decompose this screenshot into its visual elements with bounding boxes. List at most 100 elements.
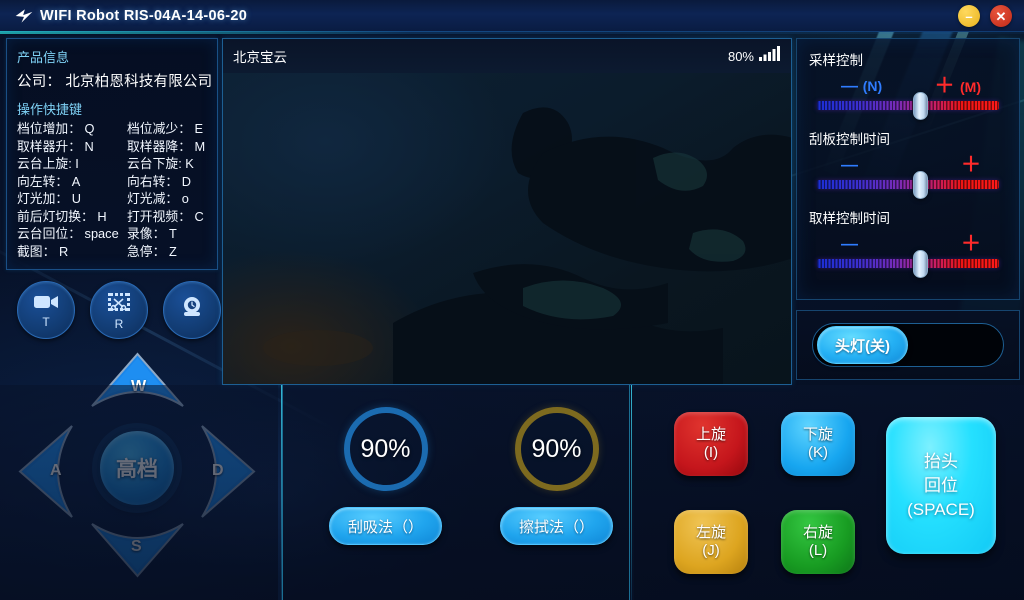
video-camera-icon — [33, 293, 59, 316]
dpad-panel-background — [0, 385, 278, 600]
rotate-down-button[interactable]: 下旋 (K) — [781, 412, 855, 476]
rotate-down-key: (K) — [808, 444, 828, 461]
rotate-left-button[interactable]: 左旋 (J) — [674, 510, 748, 574]
screenshot-button[interactable]: R — [90, 281, 148, 339]
head-reset-line1: 抬头 — [924, 451, 958, 471]
rotation-button-grid: 上旋 (I) 下旋 (K) 左旋 (J) 右旋 (L) — [674, 412, 855, 574]
plus-icon: ＋ (M) — [934, 75, 981, 97]
video-feed[interactable] — [223, 73, 791, 384]
plus-key-label: (M) — [960, 79, 981, 95]
scrape-suction-button[interactable]: 刮吸法（） — [329, 507, 443, 545]
title-bar: WIFI Robot RIS-04A-14-06-20 – ✕ — [0, 0, 1024, 34]
scraper-control-time-slider[interactable] — [809, 171, 1007, 199]
panel-divider — [281, 385, 282, 600]
rotate-up-label: 上旋 — [695, 426, 726, 443]
head-reset-line3: (SPACE) — [907, 499, 975, 519]
video-panel: 北京宝云 80% — [222, 38, 792, 385]
signal-percent: 80% — [727, 48, 754, 64]
scrape-suction-value: 90% — [360, 434, 411, 463]
slider-thumb[interactable] — [913, 250, 928, 278]
close-button[interactable]: ✕ — [990, 5, 1012, 27]
app-window: WIFI Robot RIS-04A-14-06-20 – ✕ 产品信息 公司：… — [0, 0, 1024, 600]
product-info-heading: 产品信息 — [17, 50, 70, 65]
headlight-panel: 头灯(关) — [796, 310, 1020, 380]
rotate-up-key: (I) — [703, 444, 719, 461]
video-header: 北京宝云 80% — [223, 39, 791, 73]
media-button-group: T R — [17, 281, 221, 339]
title-bar-left: WIFI Robot RIS-04A-14-06-20 — [0, 6, 247, 26]
rotation-panel: 上旋 (I) 下旋 (K) 左旋 (J) 右旋 (L) 抬头 回位 (SPACE… — [634, 385, 1024, 600]
minimize-button[interactable]: – — [958, 5, 980, 27]
scraper-control-time-title: 刮板控制时间 — [809, 132, 890, 147]
minus-icon: — (N) — [841, 76, 883, 95]
rotate-left-key: (J) — [702, 542, 720, 559]
shortcut-item: 向左转： A — [17, 173, 81, 189]
scraper-control-time-marks: — ＋ — [809, 154, 1007, 176]
shortcut-item: 档位增加： Q — [17, 121, 95, 136]
shortcut-item: 档位减少： E — [127, 121, 204, 136]
slider-thumb[interactable] — [913, 92, 928, 120]
rotate-right-button[interactable]: 右旋 (L) — [781, 510, 855, 574]
shortcut-item: 取样器升： N — [17, 138, 94, 154]
plus-icon: ＋ — [961, 233, 981, 255]
window-title: WIFI Robot RIS-04A-14-06-20 — [40, 7, 248, 24]
scrape-suction-gauge: 90% — [343, 407, 428, 491]
shortcut-item: 急停： Z — [127, 243, 177, 259]
slider-track — [817, 101, 999, 110]
headlight-toggle-track[interactable]: 头灯(关) — [812, 323, 1004, 367]
sampling-control-time-marks: — ＋ — [809, 233, 1007, 255]
shortcut-item: 前后灯切换： H — [17, 208, 107, 224]
minus-key-label: (N) — [862, 78, 883, 94]
panel-divider — [631, 385, 632, 600]
shortcut-item: 打开视频： C — [127, 208, 204, 224]
shortcut-item: 云台上旋: I — [17, 156, 79, 171]
screenshot-crop-icon — [106, 291, 132, 318]
minus-icon: — — [841, 155, 858, 174]
rotate-left-label: 左旋 — [695, 524, 726, 541]
plus-icon: ＋ — [961, 154, 981, 176]
record-video-key: T — [42, 314, 50, 329]
head-reset-line2: 回位 — [924, 475, 958, 495]
company-name: 公司： 北京柏恩科技有限公司 — [17, 74, 213, 90]
shortcut-item: 云台下旋: K — [127, 156, 194, 171]
shortcuts-heading: 操作快捷键 — [17, 102, 83, 117]
wipe-method-value: 90% — [531, 434, 582, 463]
head-reset-button[interactable]: 抬头 回位 (SPACE) — [886, 417, 996, 554]
sampling-control-group: 采样控制 — (N) ＋ (M) — [809, 49, 1007, 120]
shortcut-item: 云台回位： space — [17, 226, 119, 241]
shortcut-item: 录像： T — [127, 226, 177, 241]
minus-icon: — — [841, 234, 858, 253]
signal-bars-icon — [759, 46, 781, 66]
scraper-control-time-group: 刮板控制时间 — ＋ — [809, 128, 1007, 199]
headlight-toggle-button[interactable]: 头灯(关) — [817, 326, 908, 364]
sampling-control-marks: — (N) ＋ (M) — [809, 75, 1007, 97]
slider-track — [817, 180, 999, 189]
rotate-down-label: 下旋 — [802, 426, 833, 443]
shortcut-list: 档位增加： Q 档位减少： E 取样器升： N 取样器降： M 云台上旋: I … — [17, 121, 207, 259]
shortcut-item: 向右转： D — [127, 173, 191, 189]
video-stream-title: 北京宝云 — [233, 50, 287, 65]
open-camera-button[interactable] — [163, 281, 221, 339]
record-video-button[interactable]: T — [17, 281, 75, 339]
window-controls: – ✕ — [958, 5, 1012, 27]
sampling-control-time-slider[interactable] — [809, 250, 1007, 278]
shortcut-item: 灯光减： o — [127, 191, 189, 206]
wipe-method-column: 90% 擦拭法（） — [500, 407, 614, 545]
slider-thumb[interactable] — [913, 171, 928, 199]
control-slider-panel: 采样控制 — (N) ＋ (M) 刮板控制时间 — ＋ 取样控制时间 — ＋ — [796, 38, 1020, 300]
rotate-up-button[interactable]: 上旋 (I) — [674, 412, 748, 476]
webcam-icon — [179, 294, 205, 325]
rotate-right-key: (L) — [808, 542, 828, 559]
robot-logo-icon — [15, 8, 33, 23]
wipe-method-button[interactable]: 擦拭法（） — [500, 507, 614, 545]
sampling-control-time-title: 取样控制时间 — [809, 211, 890, 226]
screenshot-key: R — [114, 316, 124, 331]
sampling-control-slider[interactable] — [809, 92, 1007, 120]
shortcut-item: 截图： R — [17, 243, 69, 259]
shortcut-item: 灯光加： U — [17, 191, 81, 206]
slider-track — [817, 259, 999, 268]
rotate-right-label: 右旋 — [802, 524, 833, 541]
shortcut-item: 取样器降： M — [127, 138, 206, 154]
method-panel: 90% 刮吸法（） 90% 擦拭法（） — [282, 385, 630, 600]
sampling-control-time-group: 取样控制时间 — ＋ — [809, 207, 1007, 278]
